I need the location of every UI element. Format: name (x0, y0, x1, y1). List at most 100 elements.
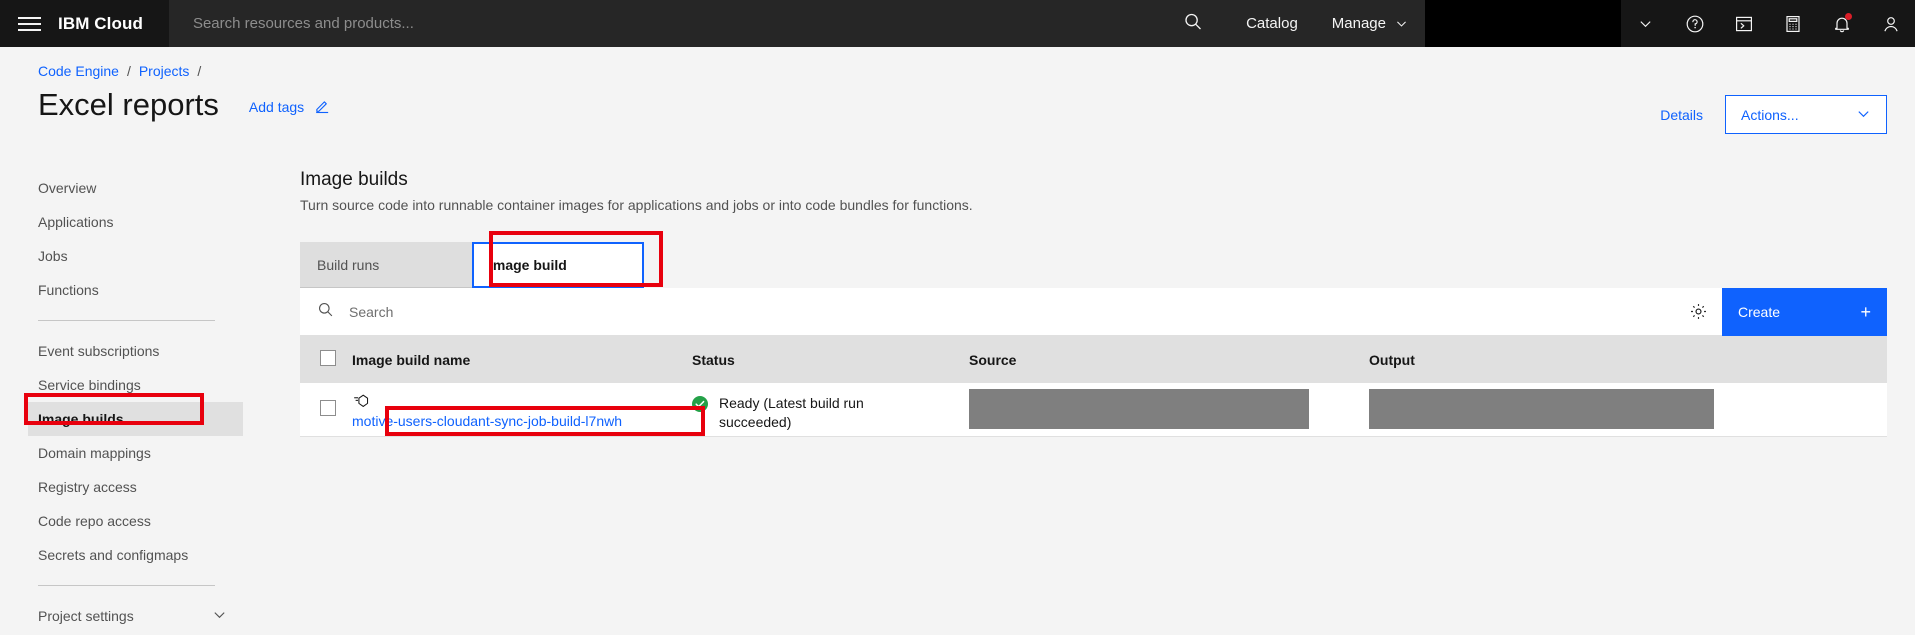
actions-dropdown-button[interactable]: Actions... (1725, 95, 1887, 134)
row-select-cell (300, 383, 352, 437)
breadcrumb-item-projects[interactable]: Projects (139, 63, 190, 79)
nav-link-label: Manage (1331, 15, 1386, 32)
tab-build-runs[interactable]: Build runs (300, 242, 472, 288)
breadcrumb-item-code-engine[interactable]: Code Engine (38, 63, 119, 79)
sidebar-item-event-subscriptions[interactable]: Event subscriptions (38, 334, 253, 368)
table-row[interactable]: motive-users-cloudant-sync-job-build-l7n… (300, 383, 1887, 437)
sidebar-item-service-bindings[interactable]: Service bindings (38, 368, 253, 402)
tab-label: Image build (489, 256, 567, 273)
source-value-redacted (969, 389, 1309, 430)
page-title: Excel reports (38, 87, 219, 122)
chevron-down-icon[interactable] (1621, 0, 1670, 47)
plus-icon: + (1860, 301, 1871, 322)
sidebar-item-label: Image builds (38, 411, 124, 427)
sidebar-group-settings: Project settings (38, 599, 300, 633)
column-header-image-build-name[interactable]: Image build name (352, 336, 692, 383)
hamburger-menu-icon[interactable] (0, 0, 58, 47)
tab-image-build[interactable]: Image build (472, 242, 644, 288)
title-row: Excel reports Add tags (38, 86, 1887, 123)
sidebar-item-label: Code repo access (38, 513, 151, 529)
project-sidebar: Overview Applications Jobs Functions Eve… (0, 159, 300, 635)
search-icon[interactable] (1183, 11, 1203, 36)
sidebar-item-label: Overview (38, 180, 97, 196)
status-text: Ready (Latest build run succeeded) (719, 394, 864, 430)
notification-unread-dot (1845, 13, 1852, 20)
column-header-source[interactable]: Source (969, 336, 1369, 383)
column-label: Image build name (352, 351, 471, 368)
create-button[interactable]: Create + (1722, 288, 1887, 336)
page-header: Code Engine / Projects / Excel reports A… (0, 47, 1915, 159)
row-source-cell (969, 383, 1369, 437)
sidebar-group-primary: Overview Applications Jobs Functions (38, 171, 300, 307)
nav-link-label: Catalog (1246, 15, 1298, 32)
notification-bell-icon[interactable] (1817, 0, 1866, 47)
column-label: Output (1369, 351, 1415, 368)
sidebar-item-secrets-and-configmaps[interactable]: Secrets and configmaps (38, 538, 253, 572)
nav-link-manage[interactable]: Manage (1315, 0, 1425, 47)
chevron-down-icon (1395, 17, 1408, 30)
column-label: Source (969, 351, 1017, 368)
sidebar-item-label: Registry access (38, 479, 137, 495)
user-avatar-icon[interactable] (1866, 0, 1915, 47)
pencil-edit-icon (314, 97, 331, 117)
table-toolbar: Create + (300, 288, 1887, 336)
chevron-down-icon (212, 607, 227, 625)
ibm-cloud-logo[interactable]: IBM Cloud (58, 0, 169, 47)
sidebar-item-functions[interactable]: Functions (38, 273, 253, 307)
sidebar-item-registry-access[interactable]: Registry access (38, 470, 253, 504)
global-search-input[interactable] (192, 15, 1230, 32)
top-navigation-bar: IBM Cloud Catalog Manage (0, 0, 1915, 47)
status-success-check-icon (692, 395, 708, 415)
column-header-output[interactable]: Output (1369, 336, 1887, 383)
sidebar-item-image-builds[interactable]: Image builds (28, 402, 243, 436)
image-build-icon (352, 390, 692, 412)
add-tags-button[interactable]: Add tags (249, 97, 331, 117)
top-nav-links: Catalog Manage (1229, 0, 1425, 47)
nav-link-catalog[interactable]: Catalog (1229, 0, 1315, 47)
add-tags-label: Add tags (248, 99, 305, 116)
breadcrumb-separator: / (197, 63, 202, 79)
create-label: Create (1738, 304, 1781, 320)
sidebar-item-code-repo-access[interactable]: Code repo access (38, 504, 253, 538)
actions-label: Actions... (1741, 106, 1799, 123)
build-name-link[interactable]: motive-users-cloudant-sync-job-build-l7n… (352, 413, 622, 429)
select-all-checkbox[interactable] (320, 350, 336, 366)
sidebar-item-label: Jobs (38, 248, 68, 264)
sidebar-item-label: Project settings (38, 608, 134, 624)
section-title: Image builds (300, 169, 408, 190)
row-output-cell (1369, 383, 1887, 437)
table-search-input[interactable] (349, 303, 1674, 320)
chevron-down-icon (1856, 106, 1871, 124)
help-question-icon[interactable] (1670, 0, 1719, 47)
tab-list: Build runs Image build (300, 242, 1887, 288)
sidebar-item-domain-mappings[interactable]: Domain mappings (38, 436, 253, 470)
calculator-cost-icon[interactable] (1768, 0, 1817, 47)
sidebar-item-label: Secrets and configmaps (38, 547, 189, 563)
sidebar-item-applications[interactable]: Applications (38, 205, 253, 239)
row-name-cell: motive-users-cloudant-sync-job-build-l7n… (352, 383, 692, 437)
sidebar-divider (38, 320, 215, 321)
sidebar-group-resources: Event subscriptions Service bindings Ima… (28, 334, 300, 572)
table-header-row: Image build name Status Source Output (300, 336, 1887, 383)
terminal-console-icon[interactable] (1719, 0, 1768, 47)
global-search-area (168, 0, 1230, 47)
account-selector-redacted[interactable] (1425, 0, 1621, 47)
column-header-status[interactable]: Status (692, 336, 969, 383)
image-builds-table: Image build name Status Source Output mo… (300, 336, 1887, 437)
main-content: Image builds Turn source code into runna… (300, 159, 1915, 635)
gear-settings-icon[interactable] (1674, 288, 1722, 336)
row-checkbox[interactable] (320, 399, 336, 416)
tab-label: Build runs (317, 256, 380, 273)
top-nav-icon-group (1621, 0, 1915, 47)
sidebar-item-overview[interactable]: Overview (38, 171, 253, 205)
sidebar-item-label: Event subscriptions (38, 343, 160, 359)
details-link[interactable]: Details (1660, 107, 1703, 123)
sidebar-item-label: Domain mappings (38, 445, 151, 461)
search-icon (317, 301, 334, 323)
table-body: motive-users-cloudant-sync-job-build-l7n… (300, 383, 1887, 437)
sidebar-item-project-settings[interactable]: Project settings (38, 599, 253, 633)
sidebar-item-jobs[interactable]: Jobs (38, 239, 253, 273)
page-body: Overview Applications Jobs Functions Eve… (0, 159, 1915, 635)
row-status-cell: Ready (Latest build run succeeded) (692, 383, 969, 437)
sidebar-divider (38, 585, 215, 586)
